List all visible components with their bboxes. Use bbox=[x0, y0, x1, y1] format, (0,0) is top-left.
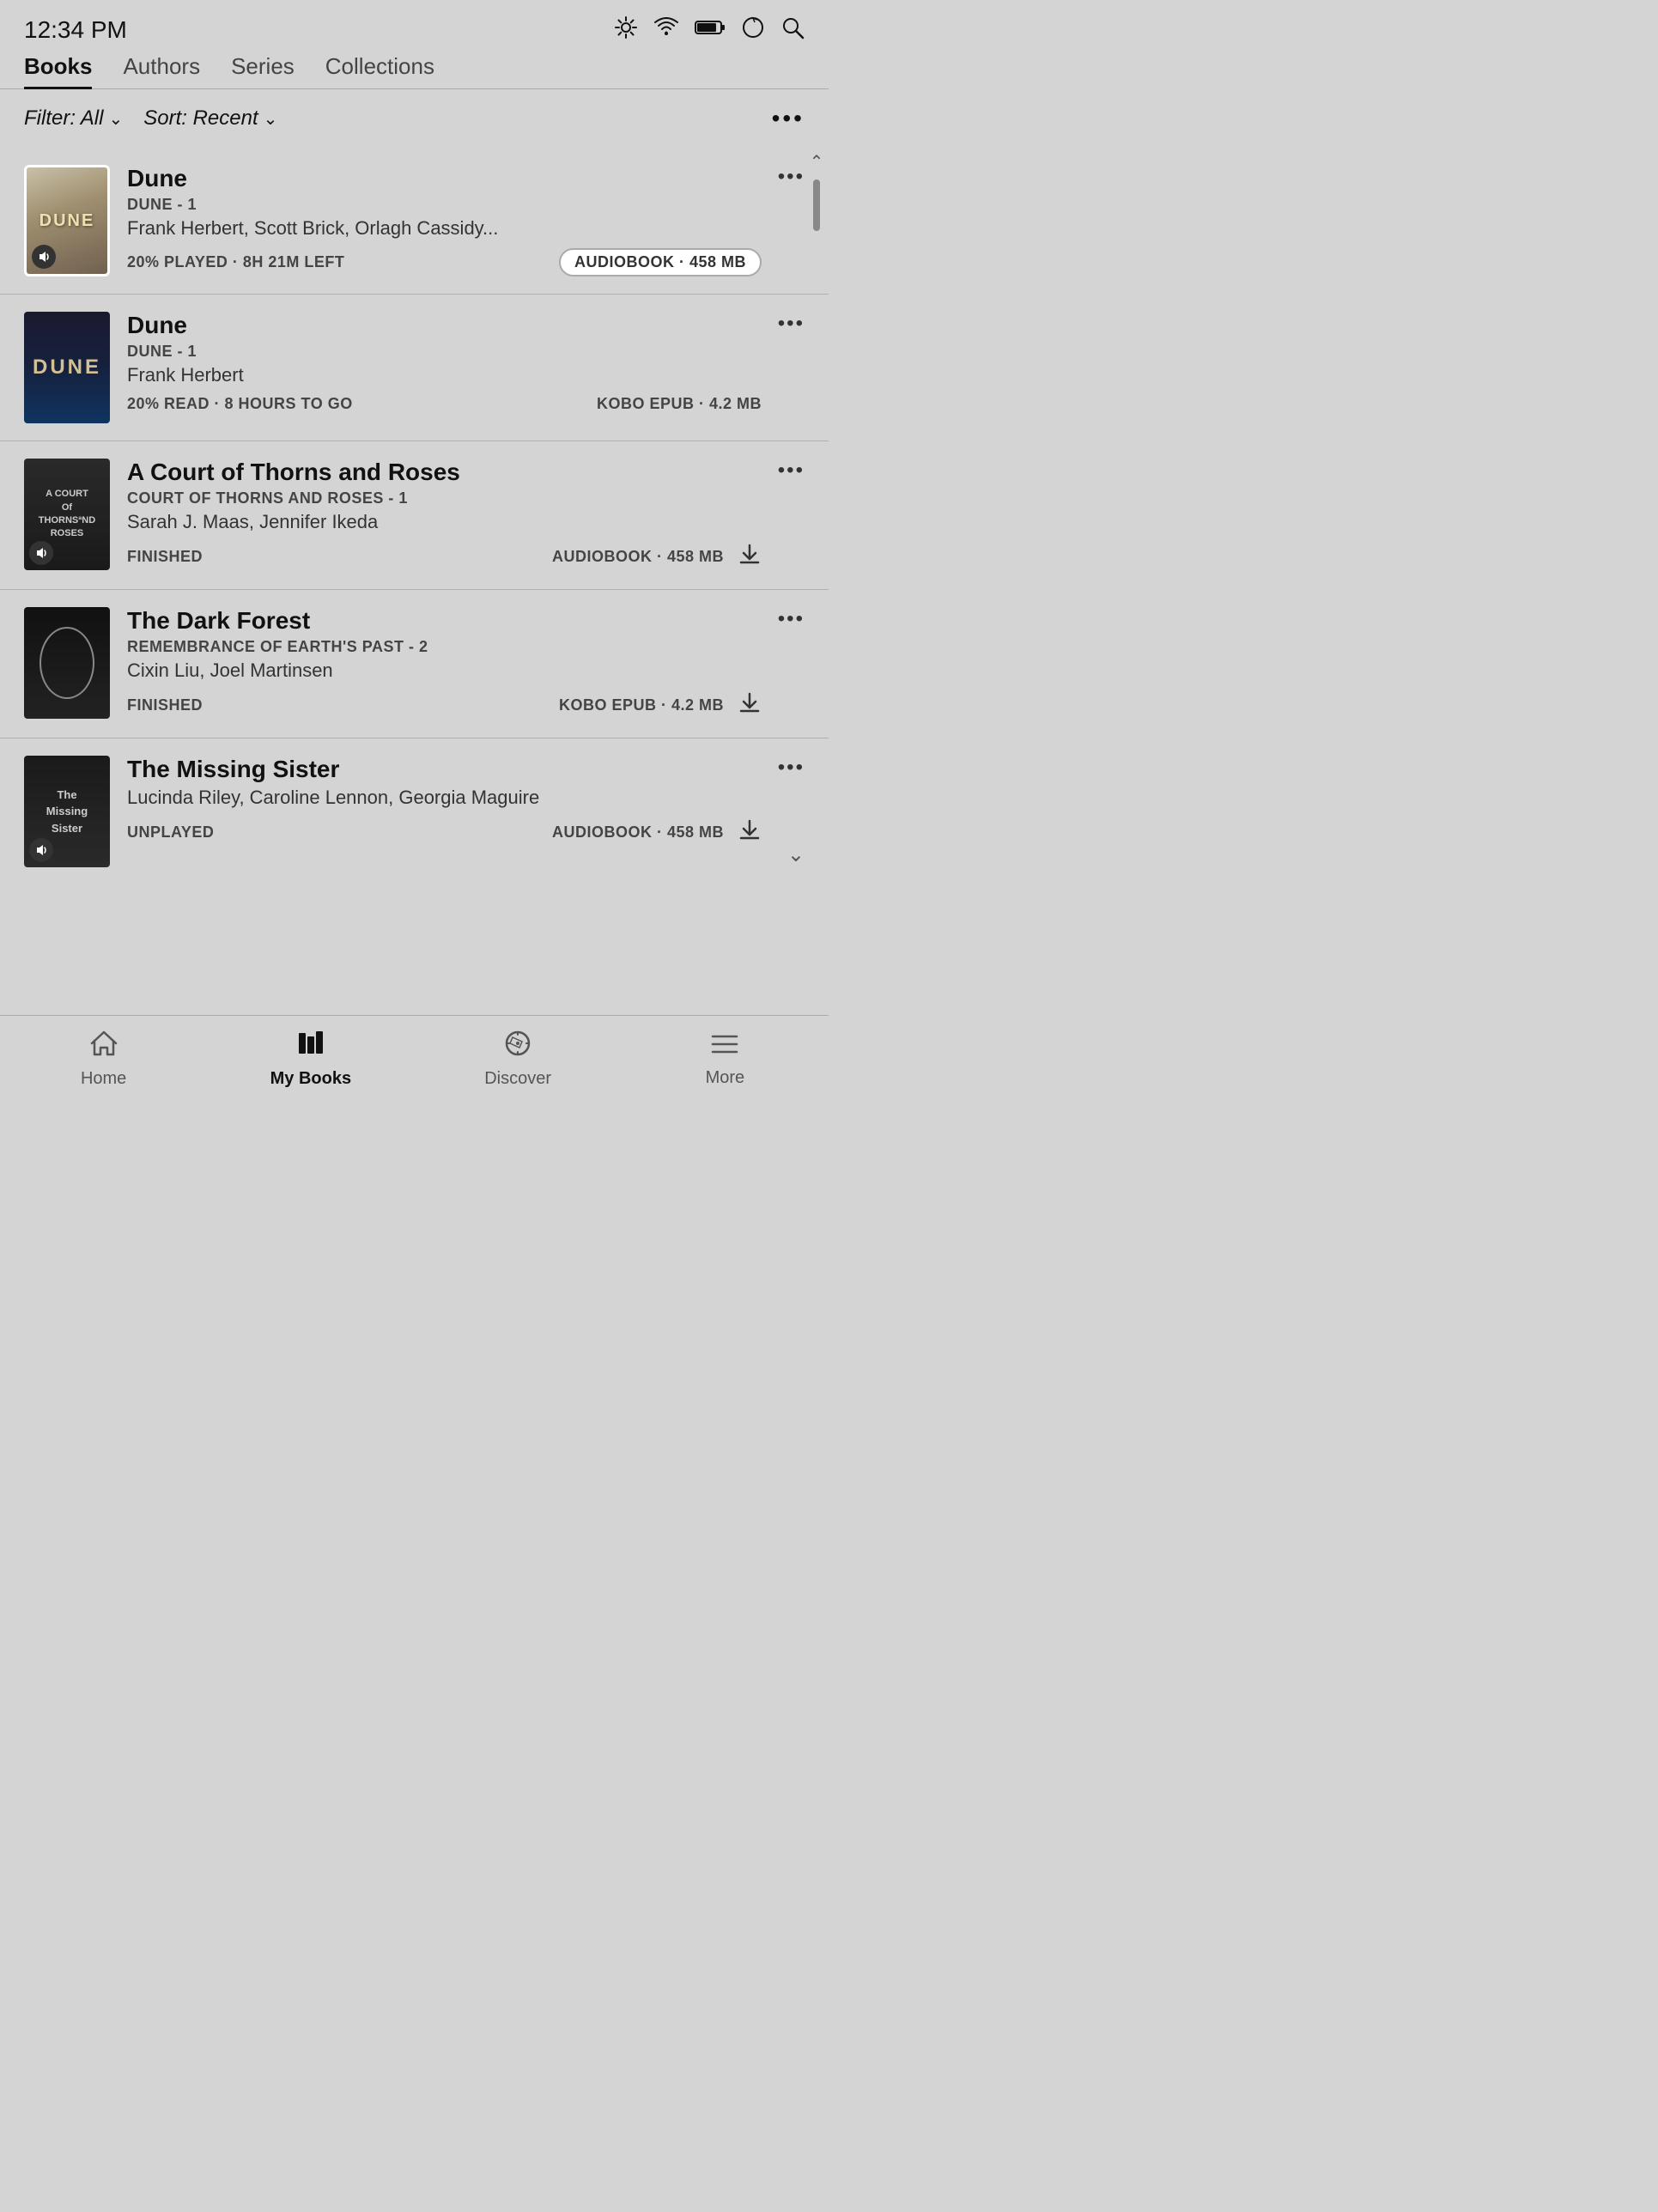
book-info-acotar: A Court of Thorns and Roses COURT OF THO… bbox=[127, 459, 805, 572]
filter-row: Filter: All ⌄ Sort: Recent ⌄ ••• bbox=[0, 89, 829, 148]
brightness-icon[interactable] bbox=[614, 15, 638, 45]
sync-icon[interactable] bbox=[741, 15, 765, 45]
scrollbar[interactable]: ⌃ bbox=[811, 148, 822, 1015]
status-time: 12:34 PM bbox=[24, 16, 127, 44]
book-series-dark-forest: REMEMBRANCE OF EARTH'S PAST - 2 bbox=[127, 638, 762, 656]
book-item-dark-forest[interactable]: The Dark Forest REMEMBRANCE OF EARTH'S P… bbox=[0, 590, 829, 738]
status-icons bbox=[614, 15, 805, 45]
book-title-dune-epub: Dune bbox=[127, 312, 762, 339]
book-item-dune-epub[interactable]: Dune DUNE - 1 Frank Herbert 20% READ · 8… bbox=[0, 295, 829, 441]
book-info-missing-sister: The Missing Sister Lucinda Riley, Caroli… bbox=[127, 756, 805, 848]
book-meta-acotar: FINISHED AUDIOBOOK · 458 MB bbox=[127, 542, 762, 572]
book-list: Dune DUNE - 1 Frank Herbert, Scott Brick… bbox=[0, 148, 829, 1015]
nav-item-more[interactable]: More bbox=[673, 1031, 776, 1088]
tab-books[interactable]: Books bbox=[24, 53, 92, 88]
book-progress-missing-sister: UNPLAYED bbox=[127, 823, 214, 842]
nav-label-home: Home bbox=[81, 1069, 126, 1089]
book-item-missing-sister[interactable]: The Missing Sister Lucinda Riley, Caroli… bbox=[0, 738, 829, 884]
book-item-acotar[interactable]: A Court of Thorns and Roses COURT OF THO… bbox=[0, 441, 829, 590]
book-author-dune-epub: Frank Herbert bbox=[127, 364, 762, 386]
nav-item-home[interactable]: Home bbox=[52, 1030, 155, 1089]
nav-item-mybooks[interactable]: My Books bbox=[259, 1030, 362, 1089]
book-format-acotar: AUDIOBOOK · 458 MB bbox=[552, 548, 724, 566]
tab-collections[interactable]: Collections bbox=[325, 53, 434, 88]
audio-badge-acotar bbox=[29, 541, 53, 565]
tab-bar: Books Authors Series Collections bbox=[0, 53, 829, 89]
book-menu-dune-audio[interactable]: ••• bbox=[778, 165, 805, 189]
book-author-missing-sister: Lucinda Riley, Caroline Lennon, Georgia … bbox=[127, 787, 762, 809]
scroll-down-indicator: ⌄ bbox=[787, 842, 805, 867]
book-menu-missing-sister[interactable]: ••• bbox=[778, 756, 805, 780]
book-format-dune-epub: KOBO EPUB · 4.2 MB bbox=[597, 395, 762, 413]
book-menu-dune-epub[interactable]: ••• bbox=[778, 312, 805, 336]
nav-label-discover: Discover bbox=[484, 1069, 551, 1089]
more-icon bbox=[710, 1031, 739, 1063]
book-meta-missing-sister: UNPLAYED AUDIOBOOK · 458 MB bbox=[127, 817, 762, 848]
discover-icon bbox=[503, 1030, 532, 1064]
book-series-acotar: COURT OF THORNS AND ROSES - 1 bbox=[127, 489, 762, 507]
book-series-dune-audio: DUNE - 1 bbox=[127, 196, 762, 214]
book-meta-dark-forest: FINISHED KOBO EPUB · 4.2 MB bbox=[127, 690, 762, 720]
book-progress-acotar: FINISHED bbox=[127, 548, 203, 566]
home-icon bbox=[89, 1030, 118, 1064]
more-options-button[interactable]: ••• bbox=[772, 105, 805, 132]
book-info-dune-epub: Dune DUNE - 1 Frank Herbert 20% READ · 8… bbox=[127, 312, 805, 413]
bottom-nav: Home My Books Discover bbox=[0, 1015, 829, 1106]
book-series-dune-epub: DUNE - 1 bbox=[127, 343, 762, 361]
scroll-up-arrow[interactable]: ⌃ bbox=[810, 151, 824, 173]
book-progress-dune-audio: 20% PLAYED · 8H 21M LEFT bbox=[127, 253, 344, 271]
book-info-dark-forest: The Dark Forest REMEMBRANCE OF EARTH'S P… bbox=[127, 607, 805, 720]
audio-badge-dune bbox=[32, 245, 56, 269]
mybooks-icon bbox=[296, 1030, 325, 1064]
book-progress-dune-epub: 20% READ · 8 HOURS TO GO bbox=[127, 395, 353, 413]
download-button-dark-forest[interactable] bbox=[738, 690, 762, 720]
battery-icon bbox=[695, 19, 726, 41]
filter-chevron: ⌄ bbox=[108, 108, 123, 130]
book-meta-dune-epub: 20% READ · 8 HOURS TO GO KOBO EPUB · 4.2… bbox=[127, 395, 762, 413]
sort-button[interactable]: Sort: Recent ⌄ bbox=[143, 106, 277, 131]
book-cover-dark-forest bbox=[24, 607, 110, 719]
nav-label-more: More bbox=[706, 1068, 745, 1088]
book-item-dune-audio[interactable]: Dune DUNE - 1 Frank Herbert, Scott Brick… bbox=[0, 148, 829, 295]
wifi-icon bbox=[653, 17, 679, 43]
book-info-dune-audio: Dune DUNE - 1 Frank Herbert, Scott Brick… bbox=[127, 165, 805, 276]
book-cover-dune-audio bbox=[24, 165, 110, 276]
book-author-acotar: Sarah J. Maas, Jennifer Ikeda bbox=[127, 511, 762, 533]
book-menu-dark-forest[interactable]: ••• bbox=[778, 607, 805, 631]
sort-chevron: ⌄ bbox=[264, 108, 278, 130]
nav-item-discover[interactable]: Discover bbox=[466, 1030, 569, 1089]
book-cover-acotar bbox=[24, 459, 110, 570]
audio-badge-missing-sister bbox=[29, 838, 53, 862]
filter-button[interactable]: Filter: All ⌄ bbox=[24, 106, 123, 131]
download-button-acotar[interactable] bbox=[738, 542, 762, 572]
status-bar: 12:34 PM bbox=[0, 0, 829, 53]
book-format-missing-sister: AUDIOBOOK · 458 MB bbox=[552, 823, 724, 842]
audiobook-badge-dune: AUDIOBOOK · 458 MB bbox=[559, 248, 762, 276]
book-meta-dune-audio: 20% PLAYED · 8H 21M LEFT AUDIOBOOK · 458… bbox=[127, 248, 762, 276]
book-progress-dark-forest: FINISHED bbox=[127, 696, 203, 714]
tab-authors[interactable]: Authors bbox=[123, 53, 200, 88]
scrollbar-thumb[interactable] bbox=[813, 179, 820, 231]
book-cover-missing-sister bbox=[24, 756, 110, 867]
book-cover-dune-epub bbox=[24, 312, 110, 423]
book-menu-acotar[interactable]: ••• bbox=[778, 459, 805, 483]
book-format-dark-forest: KOBO EPUB · 4.2 MB bbox=[559, 696, 724, 714]
search-icon[interactable] bbox=[780, 15, 805, 45]
book-author-dune-audio: Frank Herbert, Scott Brick, Orlagh Cassi… bbox=[127, 217, 762, 240]
download-button-missing-sister[interactable] bbox=[738, 817, 762, 848]
book-title-dark-forest: The Dark Forest bbox=[127, 607, 762, 635]
book-title-dune-audio: Dune bbox=[127, 165, 762, 192]
book-title-acotar: A Court of Thorns and Roses bbox=[127, 459, 762, 486]
book-title-missing-sister: The Missing Sister bbox=[127, 756, 762, 783]
tab-series[interactable]: Series bbox=[231, 53, 295, 88]
filter-controls: Filter: All ⌄ Sort: Recent ⌄ bbox=[24, 106, 277, 131]
book-author-dark-forest: Cixin Liu, Joel Martinsen bbox=[127, 659, 762, 682]
nav-label-mybooks: My Books bbox=[270, 1069, 351, 1089]
